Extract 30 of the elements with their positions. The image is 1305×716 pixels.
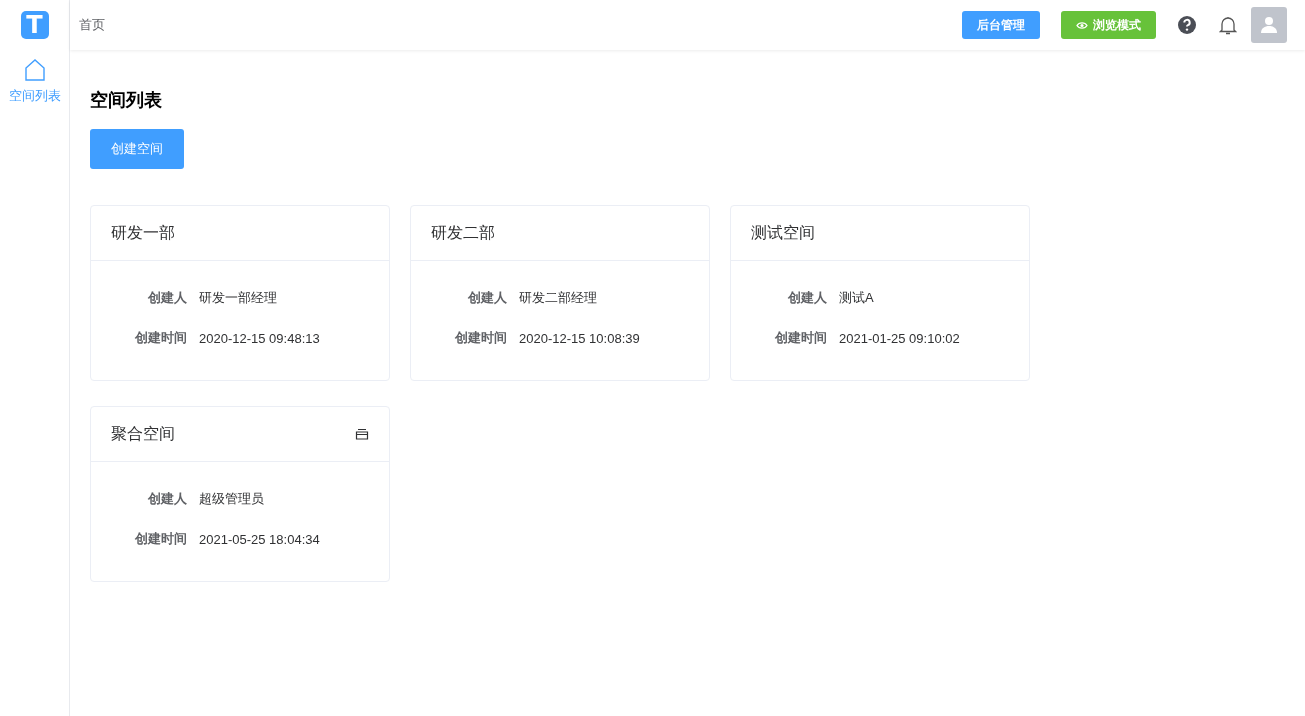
space-card[interactable]: 测试空间 创建人 测试A 创建时间 2021-01-25 09:10:02 (730, 205, 1030, 381)
page-title: 空间列表 (90, 89, 162, 112)
field-value: 2021-01-25 09:10:02 (839, 330, 960, 346)
field-label: 创建时间 (134, 530, 188, 548)
house-icon (23, 58, 46, 82)
space-card[interactable]: 聚合空间 创建人 超级管理员 创建时间 2021-05-25 18:04:34 (90, 406, 390, 582)
field-value: 研发一部经理 (199, 289, 277, 307)
space-card[interactable]: 研发二部 创建人 研发二部经理 创建时间 2020-12-15 10:08:39 (410, 205, 710, 381)
card-title: 研发一部 (111, 222, 176, 243)
bell-icon[interactable] (1219, 15, 1237, 35)
field-label: 创建人 (147, 289, 188, 307)
field-label: 创建时间 (454, 329, 508, 347)
field-label: 创建人 (467, 289, 508, 307)
field-label: 创建时间 (134, 329, 188, 347)
field-label: 创建人 (787, 289, 828, 307)
card-title: 研发二部 (431, 222, 496, 243)
field-value: 超级管理员 (199, 490, 264, 508)
help-icon[interactable] (1177, 15, 1197, 35)
card-title: 测试空间 (751, 222, 816, 243)
breadcrumb[interactable]: 首页 (79, 16, 105, 34)
field-value: 2021-05-25 18:04:34 (199, 531, 320, 547)
field-label: 创建时间 (774, 329, 828, 347)
eye-icon (1076, 20, 1088, 30)
field-label: 创建人 (147, 490, 188, 508)
space-card[interactable]: 研发一部 创建人 研发一部经理 创建时间 2020-12-15 09:48:13 (90, 205, 390, 381)
field-value: 研发二部经理 (519, 289, 597, 307)
field-value: 2020-12-15 09:48:13 (199, 330, 320, 346)
card-title: 聚合空间 (111, 423, 176, 444)
field-value: 2020-12-15 10:08:39 (519, 330, 640, 346)
field-value: 测试A (839, 289, 874, 307)
